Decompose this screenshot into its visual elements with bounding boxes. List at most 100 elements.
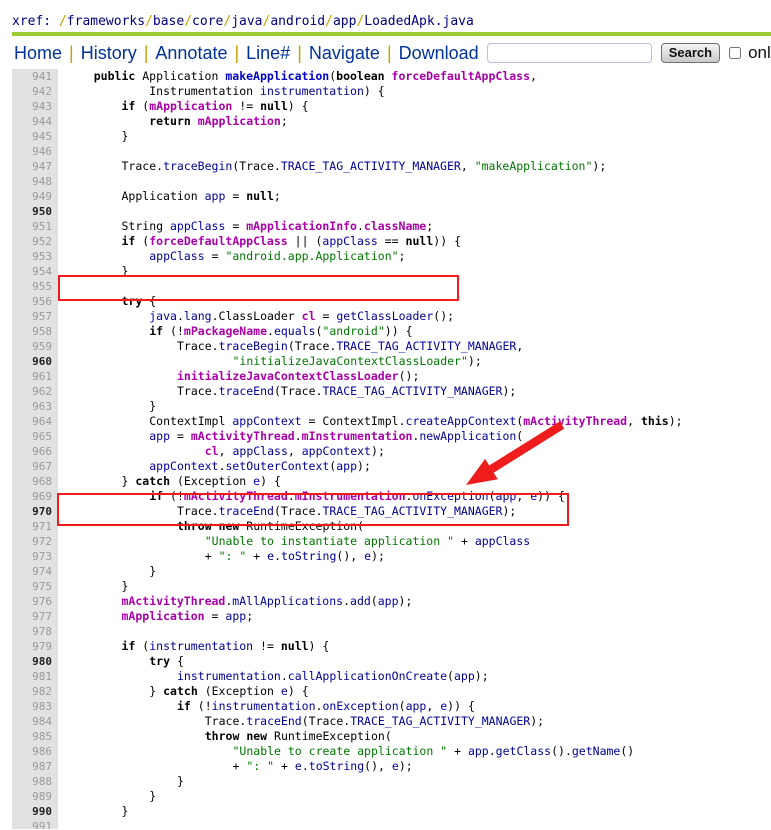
line-number-976[interactable]: 976: [12, 594, 58, 609]
line-number-965[interactable]: 965: [12, 429, 58, 444]
code-text-970: Trace.traceEnd(Trace.TRACE_TAG_ACTIVITY_…: [177, 504, 517, 518]
line-number-947[interactable]: 947: [12, 159, 58, 174]
line-number-990[interactable]: 990: [12, 804, 58, 819]
nav-link-linenumber[interactable]: Line#: [246, 43, 297, 63]
code-line: 978: [0, 624, 771, 639]
code-line: 967 appContext.setOuterContext(app);: [0, 459, 771, 474]
nav-link-download[interactable]: Download: [399, 43, 486, 63]
search-button[interactable]: Search: [660, 43, 721, 63]
line-number-951[interactable]: 951: [12, 219, 58, 234]
code-text-943: if (mApplication != null) {: [121, 99, 309, 113]
path-segment-frameworks[interactable]: frameworks: [67, 14, 145, 29]
line-number-952[interactable]: 952: [12, 234, 58, 249]
path-segment-app[interactable]: app: [333, 14, 356, 29]
path-segment-core[interactable]: core: [192, 14, 223, 29]
line-number-945[interactable]: 945: [12, 129, 58, 144]
line-number-960[interactable]: 960: [12, 354, 58, 369]
line-number-948[interactable]: 948: [12, 174, 58, 189]
code-text-985: throw new RuntimeException(: [204, 729, 392, 743]
code-text-976: mActivityThread.mAllApplications.add(app…: [121, 594, 413, 608]
line-number-949[interactable]: 949: [12, 189, 58, 204]
line-number-966[interactable]: 966: [12, 444, 58, 459]
code-text-983: if (!instrumentation.onException(app, e)…: [177, 699, 475, 713]
line-number-986[interactable]: 986: [12, 744, 58, 759]
source-code-viewer[interactable]: 941 public Application makeApplication(b…: [0, 69, 771, 829]
nav-link-history[interactable]: History: [81, 43, 144, 63]
line-number-977[interactable]: 977: [12, 609, 58, 624]
line-number-979[interactable]: 979: [12, 639, 58, 654]
code-text-959: Trace.traceBegin(Trace.TRACE_TAG_ACTIVIT…: [177, 339, 524, 353]
code-text-957: java.lang.ClassLoader cl = getClassLoade…: [149, 309, 455, 323]
line-number-963[interactable]: 963: [12, 399, 58, 414]
line-number-958[interactable]: 958: [12, 324, 58, 339]
only-in-label: only in: [748, 43, 771, 62]
xref-path[interactable]: /frameworks/base/core/java/android/app/L…: [51, 14, 474, 29]
line-number-985[interactable]: 985: [12, 729, 58, 744]
line-number-969[interactable]: 969: [12, 489, 58, 504]
code-text-963: }: [149, 399, 157, 413]
line-number-974[interactable]: 974: [12, 564, 58, 579]
line-number-959[interactable]: 959: [12, 339, 58, 354]
code-text-958: if (!mPackageName.equals("android")) {: [149, 324, 413, 338]
line-number-981[interactable]: 981: [12, 669, 58, 684]
code-line: 944 return mApplication;: [0, 114, 771, 129]
line-number-962[interactable]: 962: [12, 384, 58, 399]
line-number-968[interactable]: 968: [12, 474, 58, 489]
line-number-953[interactable]: 953: [12, 249, 58, 264]
path-segment-java[interactable]: java: [231, 14, 262, 29]
line-number-972[interactable]: 972: [12, 534, 58, 549]
line-number-989[interactable]: 989: [12, 789, 58, 804]
code-line: 946: [0, 144, 771, 159]
navigation-bar: Home | History | Annotate | Line# | Navigate | Dow…: [12, 40, 771, 66]
nav-link-navigate[interactable]: Navigate: [309, 43, 387, 63]
line-number-984[interactable]: 984: [12, 714, 58, 729]
line-number-946[interactable]: 946: [12, 144, 58, 159]
line-number-950[interactable]: 950: [12, 204, 58, 219]
search-input[interactable]: [486, 43, 652, 63]
line-number-980[interactable]: 980: [12, 654, 58, 669]
line-number-987[interactable]: 987: [12, 759, 58, 774]
line-number-964[interactable]: 964: [12, 414, 58, 429]
line-number-943[interactable]: 943: [12, 99, 58, 114]
code-line: 968 } catch (Exception e) {: [0, 474, 771, 489]
line-number-941[interactable]: 941: [12, 69, 58, 84]
code-text-967: appContext.setOuterContext(app);: [149, 459, 371, 473]
line-number-961[interactable]: 961: [12, 369, 58, 384]
code-line: 963 }: [0, 399, 771, 414]
header-divider: [12, 32, 771, 36]
line-number-982[interactable]: 982: [12, 684, 58, 699]
path-segment-LoadedApk-java[interactable]: LoadedApk.java: [364, 14, 474, 29]
code-text-947: Trace.traceBegin(Trace.TRACE_TAG_ACTIVIT…: [121, 159, 607, 173]
code-line: 974 }: [0, 564, 771, 579]
line-number-955[interactable]: 955: [12, 279, 58, 294]
line-number-956[interactable]: 956: [12, 294, 58, 309]
nav-separator: |: [234, 42, 240, 63]
code-line: 941 public Application makeApplication(b…: [0, 69, 771, 84]
code-line: 948: [0, 174, 771, 189]
line-number-954[interactable]: 954: [12, 264, 58, 279]
line-number-975[interactable]: 975: [12, 579, 58, 594]
line-number-942[interactable]: 942: [12, 84, 58, 99]
code-text-984: Trace.traceEnd(Trace.TRACE_TAG_ACTIVITY_…: [204, 714, 545, 728]
path-segment-base[interactable]: base: [153, 14, 184, 29]
line-number-988[interactable]: 988: [12, 774, 58, 789]
path-segment-android[interactable]: android: [270, 14, 325, 29]
path-separator: /: [325, 14, 333, 29]
code-line: 964 ContextImpl appContext = ContextImpl…: [0, 414, 771, 429]
only-in-checkbox[interactable]: [729, 47, 742, 59]
line-number-991[interactable]: 991: [12, 819, 58, 829]
nav-link-home[interactable]: Home: [12, 43, 69, 63]
code-line: 983 if (!instrumentation.onException(app…: [0, 699, 771, 714]
line-number-970[interactable]: 970: [12, 504, 58, 519]
line-number-967[interactable]: 967: [12, 459, 58, 474]
code-line: 981 instrumentation.callApplicationOnCre…: [0, 669, 771, 684]
nav-link-annotate[interactable]: Annotate: [155, 43, 234, 63]
line-number-944[interactable]: 944: [12, 114, 58, 129]
code-line: 980 try {: [0, 654, 771, 669]
code-text-941: public Application makeApplication(boole…: [93, 69, 537, 83]
line-number-973[interactable]: 973: [12, 549, 58, 564]
line-number-957[interactable]: 957: [12, 309, 58, 324]
line-number-971[interactable]: 971: [12, 519, 58, 534]
line-number-983[interactable]: 983: [12, 699, 58, 714]
line-number-978[interactable]: 978: [12, 624, 58, 639]
